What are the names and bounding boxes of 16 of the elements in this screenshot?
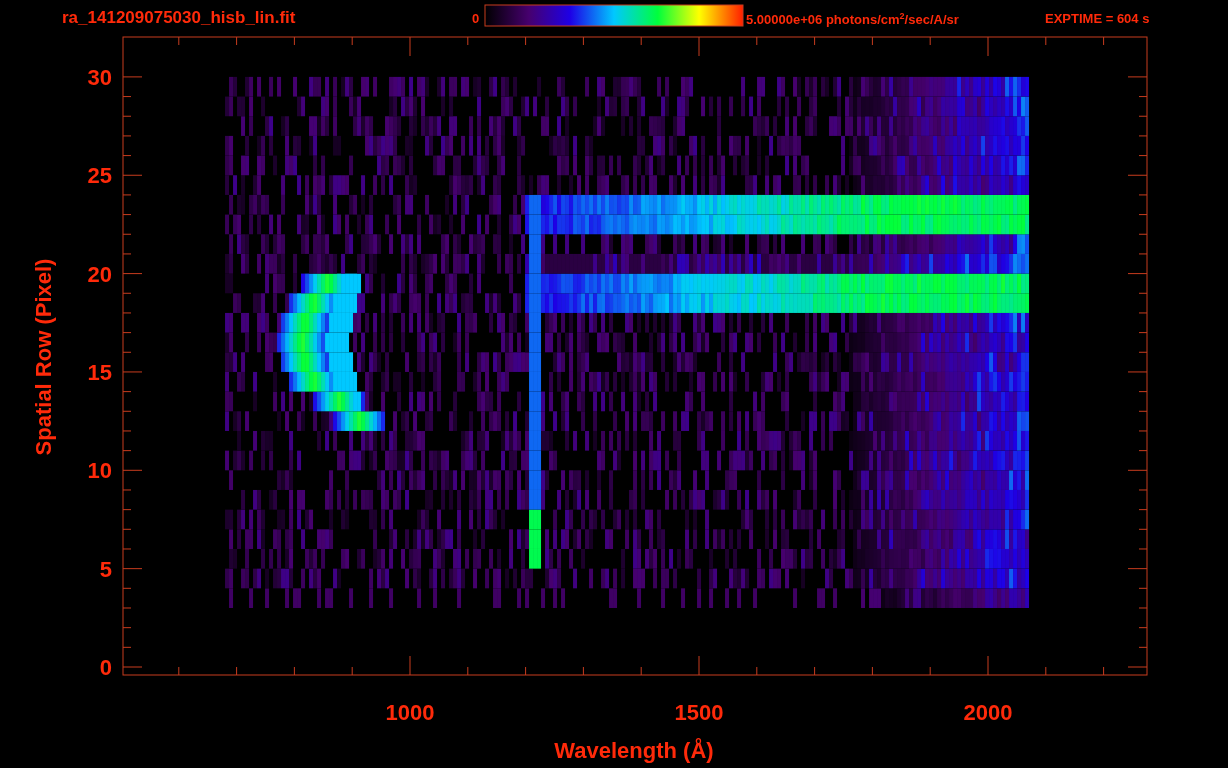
file-title: ra_141209075030_hisb_lin.fit: [62, 8, 296, 27]
exposure-time-label: EXPTIME = 604 s: [1045, 11, 1150, 26]
y-tick-label: 0: [99, 655, 112, 680]
x-tick-label: 1500: [674, 700, 724, 725]
x-tick-label: 1000: [385, 700, 435, 725]
x-axis-title: Wavelength (Å): [554, 738, 714, 763]
y-tick-label: 20: [87, 261, 112, 287]
colorbar-max-label: 5.00000e+06 photons/cm$^{2}$/sec/A/sr: [746, 10, 959, 29]
y-tick-label: 10: [87, 458, 112, 484]
colorbar-min-label: 0: [472, 11, 480, 26]
x-tick-label: 2000: [963, 700, 1013, 725]
y-tick-label: 30: [87, 64, 112, 90]
y-tick-label: 25: [87, 163, 112, 189]
y-tick-label: 5: [99, 556, 112, 582]
y-tick-label: 15: [87, 359, 112, 385]
y-axis-title: Spatial Row (Pixel): [31, 258, 56, 456]
